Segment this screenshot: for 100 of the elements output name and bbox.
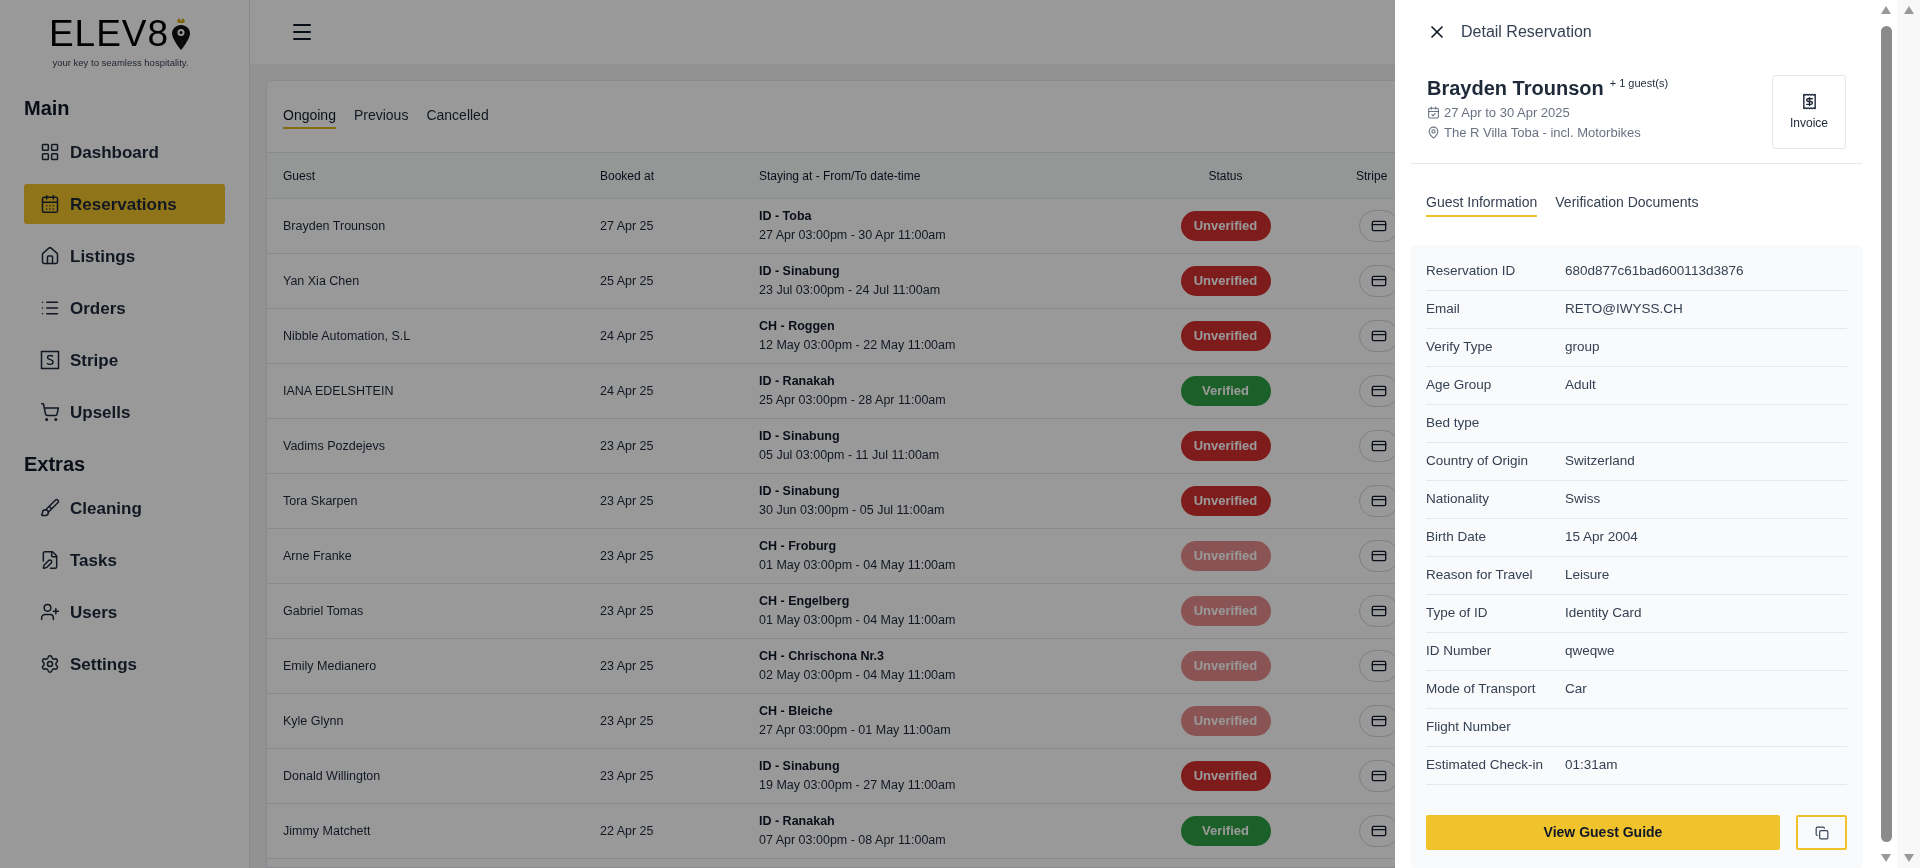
stay-dates: 07 Apr 03:00pm - 08 Apr 11:00am [759, 832, 947, 849]
status-badge: Verified [1180, 376, 1271, 406]
field-label: Email [1426, 300, 1461, 319]
field-label: Age Group [1426, 376, 1493, 395]
logo-wordmark: ELEV8 [48, 14, 170, 54]
column-header: Stripe [1355, 167, 1389, 185]
field-value: RETO@IWYSS.CH [1565, 300, 1683, 319]
field-value: 01:31am [1565, 756, 1618, 775]
filter-tab[interactable]: Previous [353, 104, 409, 129]
cart-icon [40, 402, 60, 423]
broom-icon [40, 498, 60, 519]
property-name: ID - Sinabung [759, 263, 841, 280]
field-value: Leisure [1565, 566, 1610, 585]
property-name: ID - Ranakah [759, 373, 836, 390]
stay-dates: 30 Jun 03:00pm - 05 Jul 11:00am [759, 502, 946, 519]
stay-dates: 23 Jul 03:00pm - 24 Jul 11:00am [759, 282, 942, 299]
scroll-down-arrow-icon[interactable] [1903, 854, 1914, 862]
field-value: group [1565, 338, 1600, 357]
card-icon [1371, 328, 1387, 344]
column-header: Guest [282, 167, 316, 185]
nav-item[interactable]: Dashboard [24, 132, 225, 173]
field-label: ID Number [1426, 642, 1493, 661]
invoice-button[interactable]: Invoice [1772, 75, 1846, 149]
nav-item[interactable]: Listings [24, 236, 225, 277]
field-label: Bed type [1426, 414, 1481, 433]
status-badge: Unverified [1180, 431, 1271, 461]
filter-tab[interactable]: Cancelled [426, 104, 489, 129]
field-label: Nationality [1426, 490, 1491, 509]
status-badge: Verified [1180, 816, 1271, 846]
scroll-up-arrow-icon[interactable] [1903, 6, 1914, 14]
card-icon [1371, 218, 1387, 234]
scroll-down-arrow-icon[interactable] [1881, 854, 1891, 862]
guest-name: Donald Willington [282, 767, 382, 785]
field-value: Swiss [1565, 490, 1601, 509]
property-name: CH - Chrischona Nr.3 [759, 648, 886, 665]
card-icon [1371, 658, 1387, 674]
booked-date: 22 Apr 25 [600, 822, 655, 840]
property-name: CH - Roggen [759, 318, 836, 335]
status-badge: Unverified [1180, 266, 1271, 296]
drawer-title: Detail Reservation [1461, 21, 1592, 42]
scrollbar-thumb[interactable] [1880, 26, 1892, 842]
nav-item[interactable]: Cleaning [24, 488, 225, 529]
field-label: Flight Number [1426, 718, 1512, 737]
nav-item[interactable]: Upsells [24, 392, 225, 433]
user-add-icon [40, 602, 60, 623]
scroll-up-arrow-icon[interactable] [1881, 6, 1891, 14]
card-icon [1371, 603, 1387, 619]
field-value: Car [1565, 680, 1587, 699]
logo-tagline: your key to seamless hospitality. [52, 56, 189, 70]
property-name: CH - Engelberg [759, 593, 851, 610]
property-name: ID - Sinabung [759, 428, 841, 445]
booked-date: 23 Apr 25 [600, 492, 655, 510]
nav-item[interactable]: Reservations [24, 184, 225, 225]
field-label: Verify Type [1426, 338, 1494, 357]
booked-date: 23 Apr 25 [600, 547, 655, 565]
field-label: Reservation ID [1426, 262, 1517, 281]
guest-name: Tora Skarpen [282, 492, 359, 510]
nav-section-heading: Main [24, 96, 71, 122]
nav-item[interactable]: Stripe [24, 340, 225, 381]
status-badge: Unverified [1180, 321, 1271, 351]
nav-item[interactable]: Users [24, 592, 225, 633]
filter-tab[interactable]: Ongoing [283, 104, 336, 129]
guest-name: Yan Xia Chen [282, 272, 361, 290]
guest-name: Gabriel Tomas [282, 602, 365, 620]
property-name: ID - Ranakah [759, 813, 836, 830]
settings-icon [40, 654, 60, 675]
nav-item[interactable]: Orders [24, 288, 225, 329]
guest-name: Jimmy Matchett [282, 822, 372, 840]
field-label: Birth Date [1426, 528, 1488, 547]
guest-name: Nibble Automation, S.L [282, 327, 412, 345]
s-square-icon [40, 350, 60, 371]
field-value: Identity Card [1565, 604, 1642, 623]
stay-range: 27 Apr to 30 Apr 2025 [1444, 104, 1570, 122]
guest-name: Vadims Pozdejevs [282, 437, 386, 455]
detail-tab[interactable]: Guest Information [1426, 192, 1538, 217]
stay-dates: 12 May 03:00pm - 22 May 11:00am [759, 337, 957, 354]
card-icon [1371, 548, 1387, 564]
property-name: CH - Froburg [759, 538, 838, 555]
property-name: CH - Bleiche [759, 703, 834, 720]
nav-item[interactable]: Tasks [24, 540, 225, 581]
guest-count: + 1 guest(s) [1609, 76, 1669, 91]
status-badge: Unverified [1180, 761, 1271, 791]
column-header: Booked at [600, 167, 656, 185]
location-pin-icon [170, 17, 193, 51]
card-icon [1371, 438, 1387, 454]
column-header: Staying at - From/To date-time [759, 167, 922, 185]
nav-item[interactable]: Settings [24, 644, 225, 685]
booked-date: 27 Apr 25 [600, 217, 655, 235]
guest-name: Emily Medianero [282, 657, 378, 675]
property-name: ID - Toba [759, 208, 813, 225]
nav-section-heading: Extras [24, 452, 87, 478]
view-guest-guide-button[interactable]: View Guest Guide [1426, 815, 1780, 850]
receipt-icon [1800, 92, 1818, 110]
guest-heading: Brayden Trounson [1427, 76, 1604, 101]
detail-tab[interactable]: Verification Documents [1555, 192, 1699, 217]
map-pin-icon [1427, 125, 1440, 139]
guest-name: IANA EDELSHTEIN [282, 382, 395, 400]
copy-button[interactable] [1796, 815, 1847, 850]
file-edit-icon [40, 550, 60, 571]
stay-dates: 19 May 03:00pm - 27 May 11:00am [759, 777, 957, 794]
